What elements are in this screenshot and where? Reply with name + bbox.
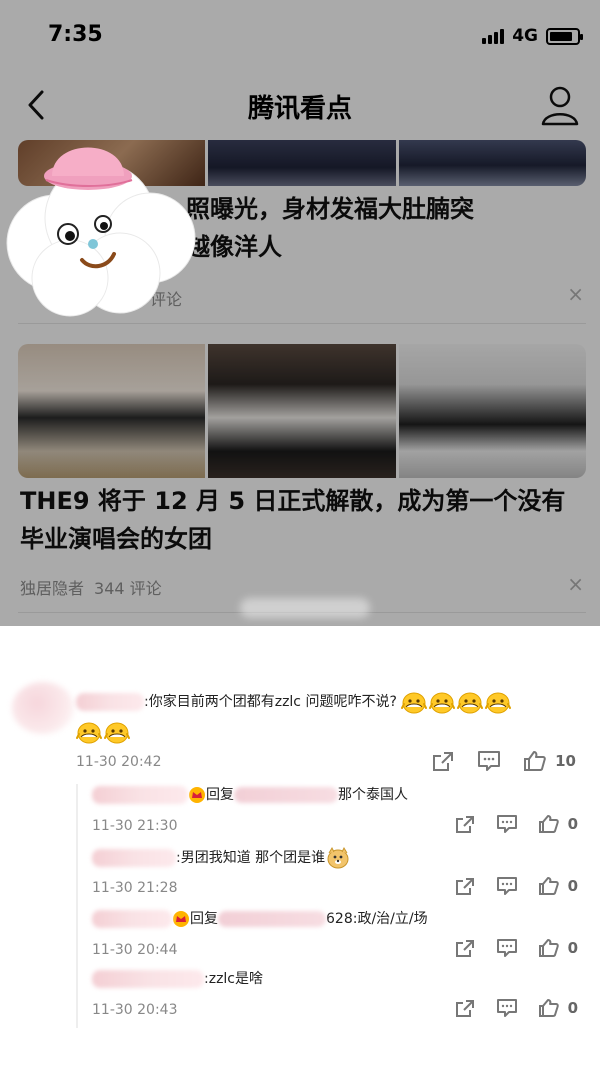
reply-actions: 0: [454, 876, 578, 896]
share-icon[interactable]: [454, 998, 476, 1018]
thumbs-up-icon: [538, 939, 559, 957]
article1-headline-line2: 越像洋人: [186, 233, 282, 261]
battery-icon: [546, 27, 583, 45]
reply-actions: 0: [454, 814, 578, 834]
comment-text: :你家目前两个团都有zzlc 问题呢咋不说?: [76, 690, 576, 714]
mention-redacted[interactable]: [234, 787, 338, 803]
doge-emoji-icon: [327, 846, 349, 869]
status-indicators: 4G: [482, 26, 583, 46]
reply-time: 11-30 20:44: [92, 942, 178, 958]
article2-image-2: [208, 344, 396, 478]
page-title: 腾讯看点: [247, 94, 352, 124]
like-button[interactable]: 0: [538, 814, 578, 834]
article2-source: 独居隐者: [20, 579, 85, 598]
comment-icon[interactable]: [496, 998, 518, 1018]
emoji-group: [401, 692, 513, 714]
crown-badge-icon: [189, 787, 205, 803]
like-button[interactable]: 0: [538, 938, 578, 958]
reply-time: 11-30 21:28: [92, 880, 178, 896]
news-feed-screenshot: 7:35 4G 腾讯看点 照曝光，身材发福大肚腩突 越像洋人 评论 × THE9…: [0, 0, 600, 626]
thumbs-up-icon: [538, 999, 559, 1017]
article1-dismiss-icon[interactable]: ×: [567, 282, 584, 306]
reply-thread: 回复 那个泰国人 11-30 21:30 0 :男团我知道 那个团是谁 11-30 21:…: [76, 784, 586, 1028]
reply-text: :zzlc是啥: [92, 968, 586, 990]
feed-divider: [18, 323, 586, 324]
scared-face-emoji-icon: [401, 692, 428, 714]
reply-text: 回复 那个泰国人: [92, 784, 586, 806]
article1-headline[interactable]: 照曝光，身材发福大肚腩突 越像洋人: [186, 190, 566, 266]
status-time: 7:35: [48, 22, 103, 47]
scared-face-emoji-icon: [429, 692, 456, 714]
like-count: 0: [567, 877, 578, 895]
article2-headline[interactable]: THE9 将于 12 月 5 日正式解散，成为第一个没有毕业演唱会的女团: [20, 482, 580, 558]
reply-author-redacted[interactable]: [92, 849, 176, 867]
reply-time: 11-30 21:30: [92, 818, 178, 834]
article1-image-3: [398, 140, 586, 186]
reply-prefix: 回复: [206, 787, 234, 803]
reply-item: 回复 那个泰国人 11-30 21:30 0: [92, 784, 586, 834]
thumbs-up-icon: [538, 877, 559, 895]
avatar[interactable]: [12, 682, 74, 734]
share-icon[interactable]: [454, 876, 476, 896]
like-count: 0: [567, 999, 578, 1017]
comment-time: 11-30 20:42: [76, 754, 162, 770]
comment-icon[interactable]: [477, 750, 501, 772]
article2-comment-count: 344 评论: [94, 579, 162, 598]
reply-body: 628:政/治/立/场: [326, 911, 428, 927]
reply-item: :zzlc是啥 11-30 20:43 0: [92, 968, 586, 1018]
reply-prefix: 回复: [190, 911, 218, 927]
scared-face-emoji-icon: [457, 692, 484, 714]
like-button[interactable]: 0: [538, 998, 578, 1018]
article2-image-3: [398, 344, 586, 478]
thumbs-up-icon: [538, 815, 559, 833]
article2-dismiss-icon[interactable]: ×: [567, 572, 584, 596]
cloud-sticker-icon: [6, 147, 196, 317]
scared-face-emoji-icon: [104, 722, 130, 744]
signal-icon: [482, 28, 505, 44]
comment-actions: 10: [431, 750, 576, 772]
comment-emoji-row: [76, 720, 132, 744]
reply-item: :男团我知道 那个团是谁 11-30 21:28 0: [92, 846, 586, 896]
like-count: 10: [555, 752, 576, 770]
reply-author-redacted[interactable]: [92, 786, 188, 804]
network-type: 4G: [512, 26, 538, 46]
watermark-blur: [240, 598, 370, 618]
crown-badge-icon: [173, 911, 189, 927]
reply-text: 回复 628:政/治/立/场: [92, 908, 586, 930]
like-count: 0: [567, 815, 578, 833]
reply-body: :zzlc是啥: [204, 971, 264, 987]
thumbs-up-icon: [524, 751, 546, 771]
like-count: 0: [567, 939, 578, 957]
reply-author-redacted[interactable]: [92, 910, 172, 928]
reply-time: 11-30 20:43: [92, 1002, 178, 1018]
reply-body: 那个泰国人: [338, 787, 408, 803]
comment-icon[interactable]: [496, 814, 518, 834]
share-icon[interactable]: [431, 750, 455, 772]
article2-image-1: [18, 344, 206, 478]
share-icon[interactable]: [454, 814, 476, 834]
status-bar: 7:35 4G: [0, 0, 600, 72]
comment-body: :你家目前两个团都有zzlc 问题呢咋不说?: [144, 694, 397, 710]
user-profile-icon[interactable]: [540, 84, 580, 126]
article2-meta: 独居隐者 344 评论: [20, 575, 162, 599]
comment-icon[interactable]: [496, 938, 518, 958]
commenter-name-redacted[interactable]: [76, 693, 144, 711]
reply-actions: 0: [454, 998, 578, 1018]
article1-headline-line1: 照曝光，身材发福大肚腩突: [186, 195, 474, 223]
share-icon[interactable]: [454, 938, 476, 958]
reply-item: 回复 628:政/治/立/场 11-30 20:44 0: [92, 908, 586, 958]
like-button[interactable]: 10: [523, 750, 576, 772]
scared-face-emoji-icon: [485, 692, 512, 714]
scared-face-emoji-icon: [76, 722, 102, 744]
comment-icon[interactable]: [496, 876, 518, 896]
comment-section: :你家目前两个团都有zzlc 问题呢咋不说? 11-30 20:42 10 回复…: [0, 626, 600, 1071]
like-button[interactable]: 0: [538, 876, 578, 896]
reply-body: :男团我知道 那个团是谁: [176, 850, 326, 866]
reply-actions: 0: [454, 938, 578, 958]
reply-author-redacted[interactable]: [92, 970, 204, 988]
mention-redacted[interactable]: [218, 911, 326, 927]
reply-text: :男团我知道 那个团是谁: [92, 846, 586, 870]
article2-image-strip[interactable]: [18, 344, 586, 478]
article1-image-2: [208, 140, 396, 186]
